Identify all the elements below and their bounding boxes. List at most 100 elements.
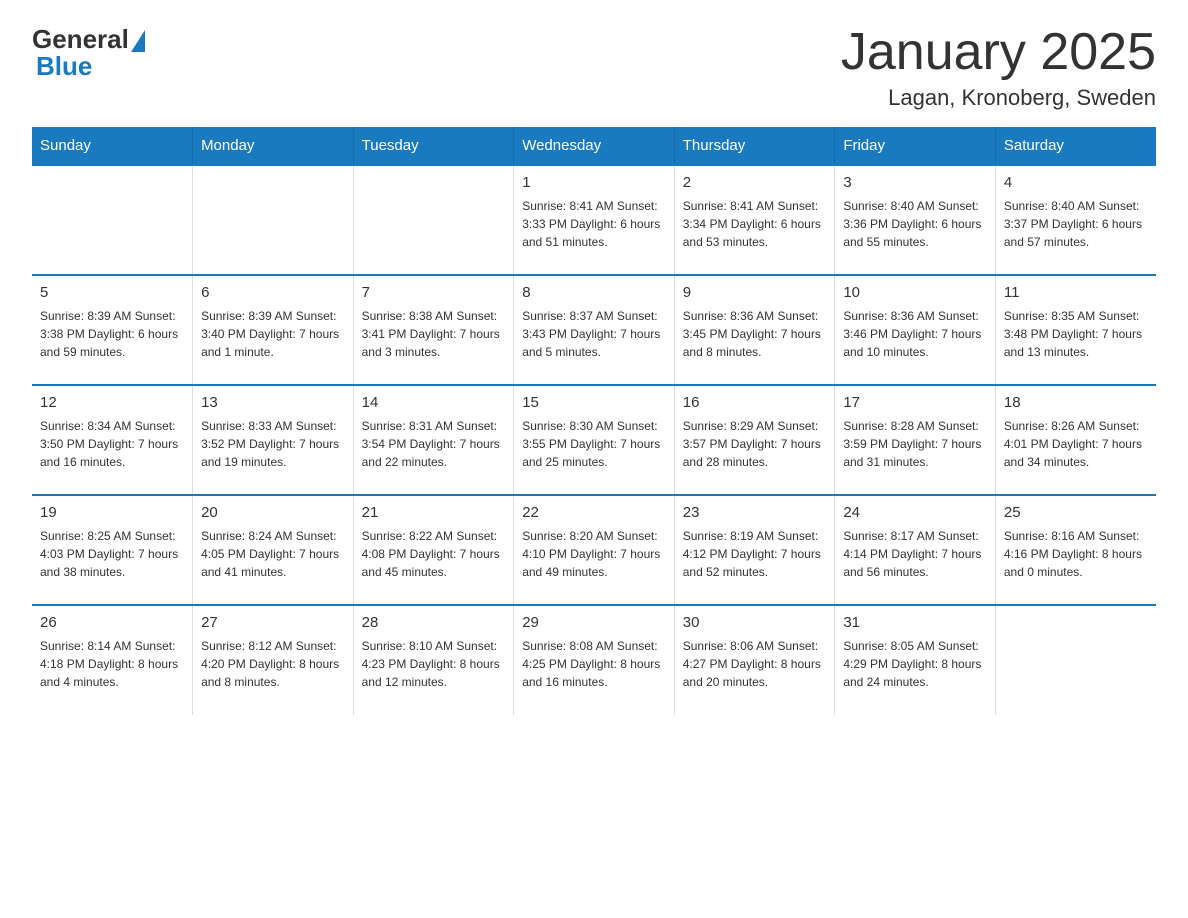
weekday-header-saturday: Saturday [995,127,1156,165]
day-number: 12 [40,392,184,415]
day-info: Sunrise: 8:37 AM Sunset: 3:43 PM Dayligh… [522,307,666,361]
calendar-cell [32,165,193,275]
day-number: 27 [201,612,345,635]
calendar-cell: 16Sunrise: 8:29 AM Sunset: 3:57 PM Dayli… [674,385,835,495]
day-number: 1 [522,172,666,195]
day-info: Sunrise: 8:22 AM Sunset: 4:08 PM Dayligh… [362,527,506,581]
day-number: 11 [1004,282,1148,305]
calendar-row-1: 5Sunrise: 8:39 AM Sunset: 3:38 PM Daylig… [32,275,1156,385]
day-info: Sunrise: 8:12 AM Sunset: 4:20 PM Dayligh… [201,637,345,691]
day-number: 24 [843,502,987,525]
page-header: General Blue January 2025 Lagan, Kronobe… [0,0,1188,127]
day-number: 14 [362,392,506,415]
calendar-cell: 3Sunrise: 8:40 AM Sunset: 3:36 PM Daylig… [835,165,996,275]
weekday-header-row: SundayMondayTuesdayWednesdayThursdayFrid… [32,127,1156,165]
calendar-body: 1Sunrise: 8:41 AM Sunset: 3:33 PM Daylig… [32,165,1156,715]
day-number: 10 [843,282,987,305]
logo: General Blue [32,24,145,82]
calendar-cell: 2Sunrise: 8:41 AM Sunset: 3:34 PM Daylig… [674,165,835,275]
calendar-cell: 26Sunrise: 8:14 AM Sunset: 4:18 PM Dayli… [32,605,193,715]
day-info: Sunrise: 8:39 AM Sunset: 3:38 PM Dayligh… [40,307,184,361]
calendar-row-0: 1Sunrise: 8:41 AM Sunset: 3:33 PM Daylig… [32,165,1156,275]
calendar-cell: 1Sunrise: 8:41 AM Sunset: 3:33 PM Daylig… [514,165,675,275]
day-info: Sunrise: 8:06 AM Sunset: 4:27 PM Dayligh… [683,637,827,691]
day-number: 25 [1004,502,1148,525]
day-info: Sunrise: 8:28 AM Sunset: 3:59 PM Dayligh… [843,417,987,471]
weekday-header-friday: Friday [835,127,996,165]
calendar-subtitle: Lagan, Kronoberg, Sweden [841,85,1156,111]
day-info: Sunrise: 8:25 AM Sunset: 4:03 PM Dayligh… [40,527,184,581]
day-number: 31 [843,612,987,635]
day-info: Sunrise: 8:20 AM Sunset: 4:10 PM Dayligh… [522,527,666,581]
logo-triangle-icon [131,30,145,52]
day-info: Sunrise: 8:36 AM Sunset: 3:46 PM Dayligh… [843,307,987,361]
calendar-cell: 18Sunrise: 8:26 AM Sunset: 4:01 PM Dayli… [995,385,1156,495]
calendar-cell: 5Sunrise: 8:39 AM Sunset: 3:38 PM Daylig… [32,275,193,385]
day-info: Sunrise: 8:39 AM Sunset: 3:40 PM Dayligh… [201,307,345,361]
calendar-row-4: 26Sunrise: 8:14 AM Sunset: 4:18 PM Dayli… [32,605,1156,715]
calendar-table: SundayMondayTuesdayWednesdayThursdayFrid… [32,127,1156,715]
day-info: Sunrise: 8:35 AM Sunset: 3:48 PM Dayligh… [1004,307,1148,361]
calendar-cell: 15Sunrise: 8:30 AM Sunset: 3:55 PM Dayli… [514,385,675,495]
day-number: 4 [1004,172,1148,195]
weekday-header-tuesday: Tuesday [353,127,514,165]
calendar-cell: 11Sunrise: 8:35 AM Sunset: 3:48 PM Dayli… [995,275,1156,385]
day-number: 23 [683,502,827,525]
day-number: 18 [1004,392,1148,415]
day-info: Sunrise: 8:24 AM Sunset: 4:05 PM Dayligh… [201,527,345,581]
calendar-cell: 27Sunrise: 8:12 AM Sunset: 4:20 PM Dayli… [193,605,354,715]
day-number: 3 [843,172,987,195]
day-number: 29 [522,612,666,635]
calendar-cell: 9Sunrise: 8:36 AM Sunset: 3:45 PM Daylig… [674,275,835,385]
day-info: Sunrise: 8:17 AM Sunset: 4:14 PM Dayligh… [843,527,987,581]
day-number: 20 [201,502,345,525]
day-info: Sunrise: 8:14 AM Sunset: 4:18 PM Dayligh… [40,637,184,691]
day-number: 21 [362,502,506,525]
day-number: 28 [362,612,506,635]
weekday-header-wednesday: Wednesday [514,127,675,165]
day-number: 7 [362,282,506,305]
day-info: Sunrise: 8:40 AM Sunset: 3:37 PM Dayligh… [1004,197,1148,251]
calendar-cell: 6Sunrise: 8:39 AM Sunset: 3:40 PM Daylig… [193,275,354,385]
calendar-cell: 10Sunrise: 8:36 AM Sunset: 3:46 PM Dayli… [835,275,996,385]
day-info: Sunrise: 8:38 AM Sunset: 3:41 PM Dayligh… [362,307,506,361]
day-info: Sunrise: 8:19 AM Sunset: 4:12 PM Dayligh… [683,527,827,581]
calendar-cell: 24Sunrise: 8:17 AM Sunset: 4:14 PM Dayli… [835,495,996,605]
calendar-row-3: 19Sunrise: 8:25 AM Sunset: 4:03 PM Dayli… [32,495,1156,605]
day-number: 8 [522,282,666,305]
calendar-cell: 21Sunrise: 8:22 AM Sunset: 4:08 PM Dayli… [353,495,514,605]
day-info: Sunrise: 8:10 AM Sunset: 4:23 PM Dayligh… [362,637,506,691]
day-info: Sunrise: 8:41 AM Sunset: 3:34 PM Dayligh… [683,197,827,251]
day-info: Sunrise: 8:41 AM Sunset: 3:33 PM Dayligh… [522,197,666,251]
calendar-cell: 8Sunrise: 8:37 AM Sunset: 3:43 PM Daylig… [514,275,675,385]
calendar-title: January 2025 [841,24,1156,81]
day-number: 5 [40,282,184,305]
day-number: 2 [683,172,827,195]
calendar-cell: 31Sunrise: 8:05 AM Sunset: 4:29 PM Dayli… [835,605,996,715]
calendar-cell: 12Sunrise: 8:34 AM Sunset: 3:50 PM Dayli… [32,385,193,495]
day-info: Sunrise: 8:29 AM Sunset: 3:57 PM Dayligh… [683,417,827,471]
calendar-cell: 19Sunrise: 8:25 AM Sunset: 4:03 PM Dayli… [32,495,193,605]
day-number: 19 [40,502,184,525]
day-info: Sunrise: 8:30 AM Sunset: 3:55 PM Dayligh… [522,417,666,471]
calendar-row-2: 12Sunrise: 8:34 AM Sunset: 3:50 PM Dayli… [32,385,1156,495]
day-info: Sunrise: 8:33 AM Sunset: 3:52 PM Dayligh… [201,417,345,471]
calendar-cell: 14Sunrise: 8:31 AM Sunset: 3:54 PM Dayli… [353,385,514,495]
day-info: Sunrise: 8:16 AM Sunset: 4:16 PM Dayligh… [1004,527,1148,581]
calendar-cell: 20Sunrise: 8:24 AM Sunset: 4:05 PM Dayli… [193,495,354,605]
calendar-container: SundayMondayTuesdayWednesdayThursdayFrid… [0,127,1188,747]
weekday-header-monday: Monday [193,127,354,165]
day-number: 30 [683,612,827,635]
title-section: January 2025 Lagan, Kronoberg, Sweden [841,24,1156,111]
day-info: Sunrise: 8:36 AM Sunset: 3:45 PM Dayligh… [683,307,827,361]
calendar-cell: 30Sunrise: 8:06 AM Sunset: 4:27 PM Dayli… [674,605,835,715]
day-number: 15 [522,392,666,415]
calendar-cell: 7Sunrise: 8:38 AM Sunset: 3:41 PM Daylig… [353,275,514,385]
calendar-cell [353,165,514,275]
calendar-cell: 22Sunrise: 8:20 AM Sunset: 4:10 PM Dayli… [514,495,675,605]
calendar-cell: 13Sunrise: 8:33 AM Sunset: 3:52 PM Dayli… [193,385,354,495]
day-number: 17 [843,392,987,415]
calendar-cell: 25Sunrise: 8:16 AM Sunset: 4:16 PM Dayli… [995,495,1156,605]
calendar-cell [193,165,354,275]
day-number: 13 [201,392,345,415]
